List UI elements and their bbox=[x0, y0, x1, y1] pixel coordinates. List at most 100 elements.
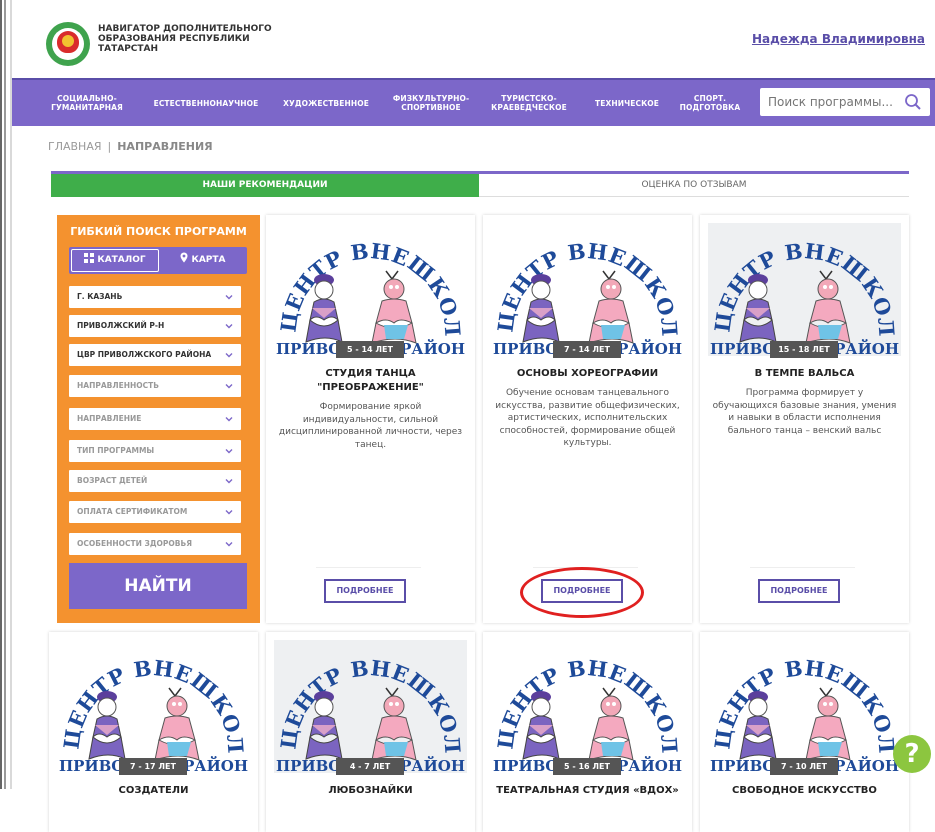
logo-bottom-right: РАЙОН bbox=[834, 756, 899, 773]
nav-item-art[interactable]: ХУДОЖЕСТВЕННОЕ bbox=[280, 88, 372, 118]
age-badge: 7 - 17 ЛЕТ bbox=[119, 758, 187, 775]
user-profile-link[interactable]: Надежда Владимировна bbox=[752, 32, 925, 46]
program-title[interactable]: ЛЮБОЗНАЙКИ bbox=[276, 784, 465, 798]
filter-title: ГИБКИЙ ПОИСК ПРОГРАММ bbox=[70, 225, 247, 238]
chevron-down-icon bbox=[225, 417, 233, 422]
svg-text:ЦЕНТР ВНЕШКОЛЬНОЙ РАБОТЫ: ЦЕНТР ВНЕШКОЛЬНОЙ РАБОТЫ bbox=[57, 640, 248, 754]
site-logo-icon[interactable] bbox=[46, 22, 90, 66]
nav-item-sport-training[interactable]: СПОРТ. ПОДГОТОВКА bbox=[676, 88, 744, 118]
program-title[interactable]: ОСНОВЫ ХОРЕОГРАФИИ bbox=[493, 367, 682, 381]
logo-arc-text: ЦЕНТР ВНЕШКОЛЬНОЙ РАБОТЫ bbox=[274, 640, 465, 754]
age-badge: 5 - 16 ЛЕТ bbox=[553, 758, 621, 775]
breadcrumb: ГЛАВНАЯ | НАПРАВЛЕНИЯ bbox=[48, 140, 213, 153]
chevron-down-icon bbox=[225, 449, 233, 454]
program-title[interactable]: СВОБОДНОЕ ИСКУССТВО bbox=[710, 784, 899, 798]
catalog-toggle-button[interactable]: КАТАЛОГ bbox=[71, 249, 159, 272]
age-badge: 4 - 7 ЛЕТ bbox=[336, 758, 404, 775]
logo-arc-text: ЦЕНТР ВНЕШКОЛЬНОЙ РАБОТЫ bbox=[708, 223, 899, 337]
select-label: ВОЗРАСТ ДЕТЕЙ bbox=[77, 476, 148, 485]
site-title: НАВИГАТОР ДОПОЛНИТЕЛЬНОГО ОБРАЗОВАНИЯ РЕ… bbox=[98, 24, 272, 54]
program-card[interactable]: ЦЕНТР ВНЕШКОЛЬНОЙ РАБОТЫ ПРИВО РАЙОН 5 -… bbox=[483, 632, 692, 832]
logo-bottom-right: РАЙОН bbox=[183, 756, 248, 773]
logo-bottom-left: ПРИВО bbox=[276, 340, 341, 356]
district-select[interactable]: ПРИВОЛЖСКИЙ Р-Н bbox=[69, 315, 241, 337]
program-title[interactable]: СТУДИЯ ТАНЦА "ПРЕОБРАЖЕНИЕ" bbox=[276, 367, 465, 395]
age-badge: 7 - 10 ЛЕТ bbox=[770, 758, 838, 775]
window-edge bbox=[0, 0, 2, 789]
window-edge bbox=[4, 0, 6, 789]
logo-bottom-left: ПРИВО bbox=[493, 757, 558, 773]
organization-select[interactable]: ЦВР ПРИВОЛЖСКОГО РАЙОНА bbox=[69, 344, 241, 366]
svg-text:ЦЕНТР ВНЕШКОЛЬНОЙ РАБОТЫ: ЦЕНТР ВНЕШКОЛЬНОЙ РАБОТЫ bbox=[274, 223, 465, 337]
svg-text:ЦЕНТР ВНЕШКОЛЬНОЙ РАБОТЫ: ЦЕНТР ВНЕШКОЛЬНОЙ РАБОТЫ bbox=[274, 640, 465, 754]
chevron-down-icon bbox=[225, 479, 233, 484]
program-image: ЦЕНТР ВНЕШКОЛЬНОЙ РАБОТЫ ПРИВО РАЙОН bbox=[708, 640, 901, 773]
svg-text:ЦЕНТР ВНЕШКОЛЬНОЙ РАБОТЫ: ЦЕНТР ВНЕШКОЛЬНОЙ РАБОТЫ bbox=[491, 223, 682, 337]
logo-arc-text: ЦЕНТР ВНЕШКОЛЬНОЙ РАБОТЫ bbox=[708, 640, 899, 754]
program-type-select[interactable]: ТИП ПРОГРАММЫ bbox=[69, 440, 241, 462]
map-toggle-button[interactable]: КАРТА bbox=[161, 249, 245, 272]
org-logo-icon: ЦЕНТР ВНЕШКОЛЬНОЙ РАБОТЫ ПРИВО РАЙОН bbox=[274, 640, 465, 773]
select-label: ПРИВОЛЖСКИЙ Р-Н bbox=[77, 321, 165, 330]
logo-arc-text: ЦЕНТР ВНЕШКОЛЬНОЙ РАБОТЫ bbox=[491, 223, 682, 337]
chevron-down-icon bbox=[225, 324, 233, 329]
svg-text:ЦЕНТР ВНЕШКОЛЬНОЙ РАБОТЫ: ЦЕНТР ВНЕШКОЛЬНОЙ РАБОТЫ bbox=[708, 640, 899, 754]
program-card[interactable]: ЦЕНТР ВНЕШКОЛЬНОЙ РАБОТЫ ПРИВО РАЙОН 7 -… bbox=[49, 632, 258, 832]
certificate-payment-select[interactable]: ОПЛАТА СЕРТИФИКАТОМ bbox=[69, 501, 241, 523]
age-badge: 5 - 14 ЛЕТ bbox=[336, 341, 404, 358]
nav-item-technical[interactable]: ТЕХНИЧЕСКОЕ bbox=[588, 88, 666, 118]
select-label: ЦВР ПРИВОЛЖСКОГО РАЙОНА bbox=[77, 350, 212, 359]
chevron-down-icon bbox=[225, 384, 233, 389]
site-header: НАВИГАТОР ДОПОЛНИТЕЛЬНОГО ОБРАЗОВАНИЯ РЕ… bbox=[12, 0, 935, 78]
program-description: Обучение основам танцевального искусства… bbox=[495, 388, 680, 448]
program-card[interactable]: ЦЕНТР ВНЕШКОЛЬНОЙ РАБОТЫ ПРИВО РАЙОН 15 … bbox=[700, 215, 909, 623]
more-button[interactable]: ПОДРОБНЕЕ bbox=[324, 579, 406, 603]
logo-bottom-left: ПРИВО bbox=[59, 757, 124, 773]
tab-recommendations[interactable]: НАШИ РЕКОМЕНДАЦИИ bbox=[51, 174, 479, 197]
program-card[interactable]: ЦЕНТР ВНЕШКОЛЬНОЙ РАБОТЫ ПРИВО РАЙОН 5 -… bbox=[266, 215, 475, 623]
nav-item-tourism[interactable]: ТУРИСТСКО-КРАЕВЕДЧЕСКОЕ bbox=[484, 88, 574, 118]
focus-select[interactable]: НАПРАВЛЕННОСТЬ bbox=[69, 375, 241, 397]
logo-bottom-right: РАЙОН bbox=[400, 339, 465, 356]
logo-bottom-right: РАЙОН bbox=[834, 339, 899, 356]
find-button[interactable]: НАЙТИ bbox=[69, 563, 247, 609]
select-label: ТИП ПРОГРАММЫ bbox=[77, 446, 155, 455]
program-card[interactable]: ЦЕНТР ВНЕШКОЛЬНОЙ РАБОТЫ ПРИВО РАЙОН 7 -… bbox=[700, 632, 909, 832]
org-logo-icon: ЦЕНТР ВНЕШКОЛЬНОЙ РАБОТЫ ПРИВО РАЙОН bbox=[274, 223, 465, 356]
more-button[interactable]: ПОДРОБНЕЕ bbox=[758, 579, 840, 603]
city-select[interactable]: Г. КАЗАНЬ bbox=[69, 286, 241, 308]
program-image: ЦЕНТР ВНЕШКОЛЬНОЙ РАБОТЫ ПРИВО РАЙОН bbox=[57, 640, 250, 773]
logo-arc-text: ЦЕНТР ВНЕШКОЛЬНОЙ РАБОТЫ bbox=[57, 640, 248, 754]
logo-bottom-right: РАЙОН bbox=[617, 339, 682, 356]
direction-select[interactable]: НАПРАВЛЕНИЕ bbox=[69, 408, 241, 430]
nav-item-science[interactable]: ЕСТЕСТВЕННОНАУЧНОЕ bbox=[148, 88, 264, 118]
child-age-select[interactable]: ВОЗРАСТ ДЕТЕЙ bbox=[69, 470, 241, 492]
chevron-down-icon bbox=[225, 353, 233, 358]
select-label: НАПРАВЛЕНИЕ bbox=[77, 414, 142, 423]
chevron-down-icon bbox=[225, 542, 233, 547]
grid-icon bbox=[84, 253, 95, 263]
program-description: Формирование яркой индивидуальности, сил… bbox=[278, 402, 463, 450]
program-title[interactable]: СОЗДАТЕЛИ bbox=[59, 784, 248, 798]
org-logo-icon: ЦЕНТР ВНЕШКОЛЬНОЙ РАБОТЫ ПРИВО РАЙОН bbox=[57, 640, 248, 773]
help-button[interactable]: ? bbox=[893, 735, 931, 773]
search-input[interactable] bbox=[768, 88, 898, 116]
org-logo-icon: ЦЕНТР ВНЕШКОЛЬНОЙ РАБОТЫ ПРИВО РАЙОН bbox=[708, 640, 899, 773]
program-card[interactable]: ЦЕНТР ВНЕШКОЛЬНОЙ РАБОТЫ ПРИВО РАЙОН 4 -… bbox=[266, 632, 475, 832]
nav-item-sport[interactable]: ФИЗКУЛЬТУРНО-СПОРТИВНОЕ bbox=[386, 88, 476, 118]
search-icon[interactable] bbox=[904, 93, 922, 111]
program-title[interactable]: В ТЕМПЕ ВАЛЬСА bbox=[710, 367, 899, 381]
select-label: НАПРАВЛЕННОСТЬ bbox=[77, 381, 159, 390]
health-features-select[interactable]: ОСОБЕННОСТИ ЗДОРОВЬЯ bbox=[69, 533, 241, 555]
logo-bottom-right: РАЙОН bbox=[617, 756, 682, 773]
breadcrumb-home[interactable]: ГЛАВНАЯ bbox=[48, 140, 102, 153]
program-title[interactable]: ТЕАТРАЛЬНАЯ СТУДИЯ «ВДОХ» bbox=[493, 784, 682, 798]
org-logo-icon: ЦЕНТР ВНЕШКОЛЬНОЙ РАБОТЫ ПРИВО РАЙОН bbox=[491, 223, 682, 356]
program-image: ЦЕНТР ВНЕШКОЛЬНОЙ РАБОТЫ ПРИВО РАЙОН bbox=[274, 640, 467, 773]
org-logo-icon: ЦЕНТР ВНЕШКОЛЬНОЙ РАБОТЫ ПРИВО РАЙОН bbox=[708, 223, 899, 356]
category-nav: СОЦИАЛЬНО-ГУМАНИТАРНАЯ ЕСТЕСТВЕННОНАУЧНО… bbox=[12, 78, 935, 126]
highlight-annotation bbox=[520, 567, 644, 618]
nav-item-social[interactable]: СОЦИАЛЬНО-ГУМАНИТАРНАЯ bbox=[50, 88, 124, 118]
program-card[interactable]: ЦЕНТР ВНЕШКОЛЬНОЙ РАБОТЫ ПРИВО РАЙОН 7 -… bbox=[483, 215, 692, 623]
tab-reviews[interactable]: ОЦЕНКА ПО ОТЗЫВАМ bbox=[479, 174, 909, 197]
